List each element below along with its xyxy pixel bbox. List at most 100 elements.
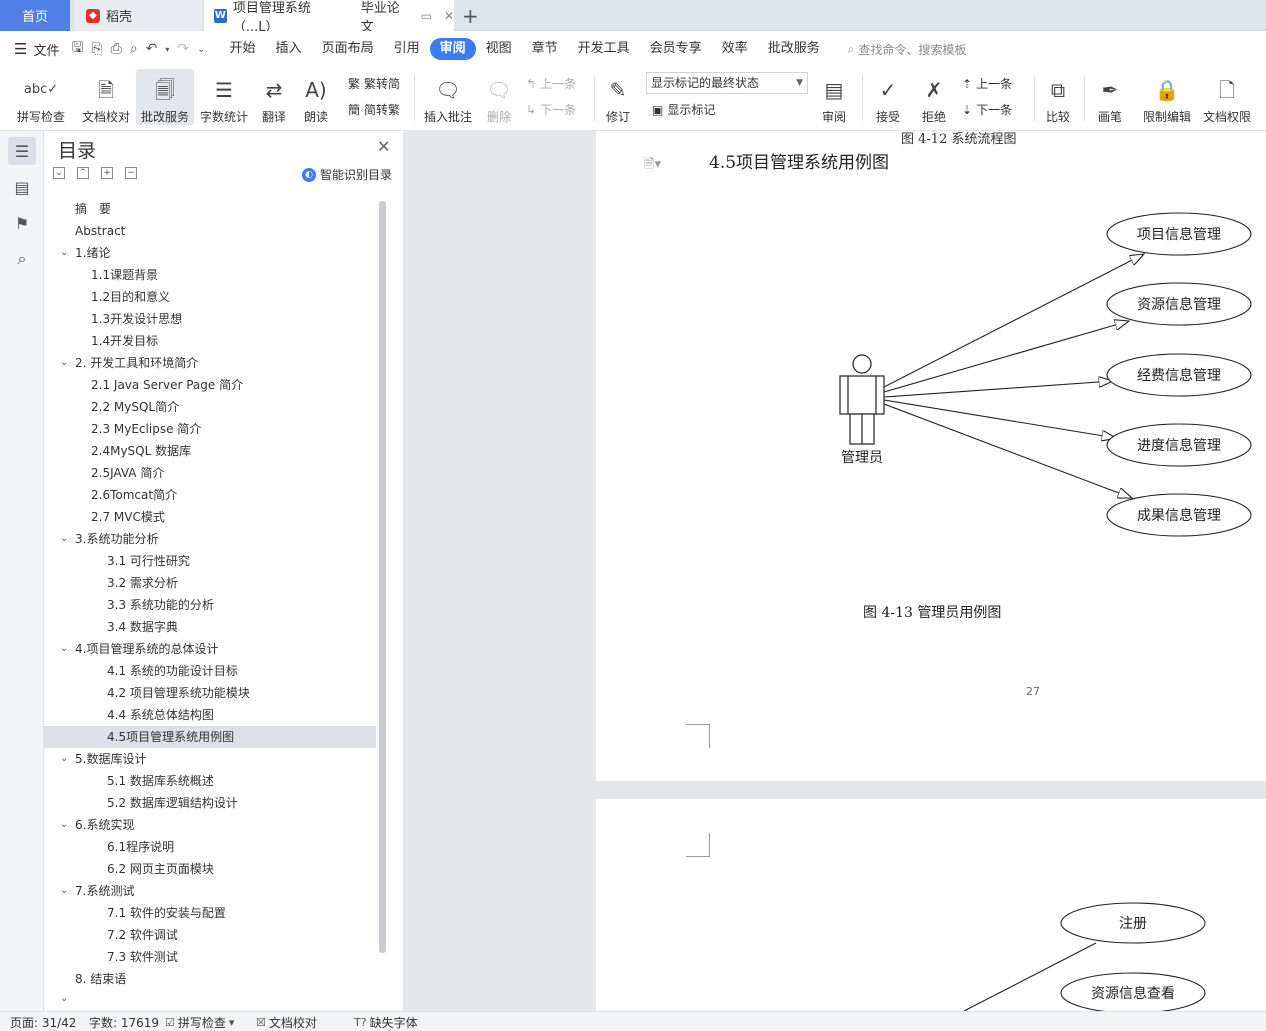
toc-item[interactable]: 1.1课题背景 — [44, 264, 376, 286]
expand-all-icon[interactable]: ⌃ — [77, 167, 89, 179]
show-markup-button[interactable]: ▣ 显示标记 — [652, 101, 715, 118]
toc-item[interactable]: 7.1 软件的安装与配置 — [44, 902, 376, 924]
toc-item[interactable]: 3.3 系统功能的分析 — [44, 594, 376, 616]
toc-item[interactable]: ⌄ 5.数据库设计 — [44, 748, 376, 770]
status-spell-check[interactable]: ☑ 拼写检查 ▾ — [165, 1014, 234, 1031]
chapter-panel-icon[interactable]: ▤ — [8, 173, 36, 201]
toc-item[interactable]: ⌄ 4.项目管理系统的总体设计 — [44, 638, 376, 660]
insert-comment-button[interactable]: 🗨 插入批注 — [422, 69, 474, 125]
compare-button[interactable]: ⧉ 比较 — [1040, 69, 1076, 125]
reject-change-button[interactable]: ✗ 拒绝 — [916, 69, 952, 125]
status-doc-proof[interactable]: ☒ 文档校对 — [256, 1014, 317, 1031]
toc-item[interactable]: ⌄ 3.系统功能分析 — [44, 528, 376, 550]
toc-item[interactable]: 4.2 项目管理系统功能模块 — [44, 682, 376, 704]
markup-state-select[interactable]: 显示标记的最终状态 ▼ — [646, 72, 808, 94]
page-indicator[interactable]: 页面: 31/42 — [10, 1014, 76, 1031]
toc-item[interactable]: 4.5项目管理系统用例图 — [44, 726, 376, 748]
menu-item-efficiency[interactable]: 效率 — [712, 38, 758, 60]
close-tab-icon[interactable]: ✕ — [444, 9, 454, 23]
toc-item[interactable]: 2.1 Java Server Page 简介 — [44, 374, 376, 396]
pin-tab-icon[interactable]: ▭ — [421, 9, 432, 23]
menu-item-view[interactable]: 视图 — [476, 38, 522, 60]
remove-level-icon[interactable]: − — [125, 167, 137, 179]
word-count-button[interactable]: ☰ 字数统计 — [198, 69, 250, 125]
read-aloud-button[interactable]: A) 朗读 — [298, 69, 334, 125]
close-icon[interactable]: ✕ — [377, 137, 390, 156]
chevron-down-icon[interactable]: ⌄ — [60, 638, 68, 660]
next-comment-button[interactable]: ↳ 下一条 — [526, 101, 576, 118]
redo-icon[interactable]: ↷ — [173, 41, 193, 57]
document-page[interactable]: 注册 资源信息查看 — [596, 799, 1266, 1011]
toc-item[interactable]: ⌄ 7.系统测试 — [44, 880, 376, 902]
document-page[interactable]: 图 4-12 系统流程图 🗎▾ 4.5项目管理系统用例图 管理员 项目信息管理 … — [596, 131, 1266, 781]
search-icon[interactable]: ⌕ — [8, 245, 36, 273]
add-level-icon[interactable]: + — [101, 167, 113, 179]
toc-item[interactable]: 4.1 系统的功能设计目标 — [44, 660, 376, 682]
spell-check-button[interactable]: abc✓ 拼写检查 — [10, 69, 72, 125]
toc-item[interactable]: 6.2 网页主页面模块 — [44, 858, 376, 880]
export-pdf-icon[interactable]: ⎘ — [87, 41, 106, 57]
chevron-down-icon[interactable]: ⌄ — [60, 242, 68, 264]
menu-item-chapter[interactable]: 章节 — [522, 38, 568, 60]
review-pane-button[interactable]: ▤ 审阅 — [816, 69, 852, 125]
restrict-edit-button[interactable]: 🔒 限制编辑 — [1140, 69, 1194, 125]
menu-item-developer[interactable]: 开发工具 — [568, 38, 640, 60]
toc-item[interactable]: ⌄ 1.绪论 — [44, 242, 376, 264]
translate-button[interactable]: ⇄ 翻译 — [254, 69, 294, 125]
print-preview-icon[interactable]: ⌕ — [126, 41, 142, 57]
menu-item-correction[interactable]: 批改服务 — [758, 38, 830, 60]
toc-item[interactable]: 2.3 MyEclipse 简介 — [44, 418, 376, 440]
toc-item[interactable]: 2.7 MVC模式 — [44, 506, 376, 528]
doc-permission-button[interactable]: 🗋 文档权限 — [1200, 69, 1254, 125]
toc-item[interactable]: ⌄ 6.系统实现 — [44, 814, 376, 836]
save-icon[interactable]: 🖫 — [67, 37, 87, 61]
toc-item[interactable]: 7.3 软件测试 — [44, 946, 376, 968]
prev-comment-button[interactable]: ↰ 上一条 — [526, 75, 576, 92]
chevron-down-icon[interactable]: ⌄ — [60, 814, 68, 836]
next-change-button[interactable]: ⇣ 下一条 — [962, 101, 1012, 118]
toc-item[interactable]: 3.2 需求分析 — [44, 572, 376, 594]
toc-item[interactable]: 摘 要 — [44, 198, 376, 220]
file-menu[interactable]: ☰ 文件 — [0, 40, 67, 59]
toc-item[interactable]: 5.2 数据库逻辑结构设计 — [44, 792, 376, 814]
menu-item-insert[interactable]: 插入 — [266, 38, 312, 60]
word-count-indicator[interactable]: 字数: 17619 — [89, 1014, 159, 1031]
prev-change-button[interactable]: ⇡ 上一条 — [962, 75, 1012, 92]
chevron-down-icon[interactable]: ⌄ — [60, 880, 68, 902]
toc-scrollbar[interactable] — [379, 201, 386, 953]
toc-item[interactable]: 7.2 软件调试 — [44, 924, 376, 946]
new-tab-button[interactable]: + — [462, 4, 479, 28]
accept-change-button[interactable]: ✓ 接受 — [870, 69, 906, 125]
document-area[interactable]: 图 4-12 系统流程图 🗎▾ 4.5项目管理系统用例图 管理员 项目信息管理 … — [404, 131, 1266, 1011]
tab-home[interactable]: 首页 — [0, 0, 70, 31]
toc-item[interactable]: 1.2目的和意义 — [44, 286, 376, 308]
toc-item[interactable]: 2.5JAVA 简介 — [44, 462, 376, 484]
simplified-to-traditional-button[interactable]: 簡 简转繁 — [348, 101, 400, 118]
print-icon[interactable]: ⎙ — [107, 41, 126, 57]
menu-item-review[interactable]: 审阅 — [429, 38, 476, 60]
toc-item[interactable]: ⌄ 2. 开发工具和环境简介 — [44, 352, 376, 374]
undo-dropdown-icon[interactable]: ▾ — [161, 45, 173, 54]
status-missing-font[interactable]: T? 缺失字体 — [354, 1014, 418, 1031]
chevron-down-icon[interactable]: ⌄ — [60, 352, 68, 374]
traditional-to-simplified-button[interactable]: 繁 繁转简 — [348, 75, 400, 92]
menu-item-layout[interactable]: 页面布局 — [312, 38, 384, 60]
toc-item[interactable]: 5.1 数据库系统概述 — [44, 770, 376, 792]
collapse-all-icon[interactable]: ⌄ — [53, 167, 65, 179]
menu-item-home[interactable]: 开始 — [220, 38, 266, 60]
menu-item-references[interactable]: 引用 — [384, 38, 430, 60]
correction-service-button[interactable]: 🗐 批改服务 — [136, 69, 194, 125]
quick-access-dropdown-icon[interactable]: ⌄ — [193, 44, 209, 55]
chevron-down-icon[interactable]: ⌄ — [60, 748, 68, 770]
pen-button[interactable]: ✒ 画笔 — [1092, 69, 1128, 125]
delete-comment-button[interactable]: 🗨 删除 — [480, 69, 518, 125]
command-search[interactable]: ⌕ 查找命令、搜索模板 — [848, 41, 967, 58]
toc-panel-icon[interactable]: ☰ — [8, 137, 36, 165]
menu-item-member[interactable]: 会员专享 — [640, 38, 712, 60]
toc-item[interactable]: 1.4开发目标 — [44, 330, 376, 352]
bookmark-icon[interactable]: ⚑ — [8, 209, 36, 237]
toc-item[interactable]: 6.1程序说明 — [44, 836, 376, 858]
track-changes-button[interactable]: ✎ 修订 — [600, 69, 636, 125]
toc-item[interactable]: 3.1 可行性研究 — [44, 550, 376, 572]
toc-item[interactable]: Abstract — [44, 220, 376, 242]
